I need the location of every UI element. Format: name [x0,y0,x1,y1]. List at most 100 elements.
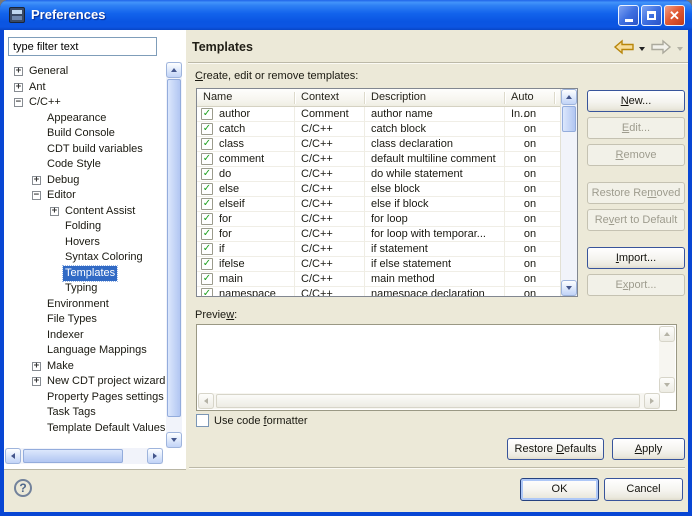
use-code-formatter-option[interactable]: Use code formatter [196,414,308,427]
ok-button[interactable]: OK [520,478,599,501]
template-row-do[interactable]: ✓doC/C++do while statementon [197,167,560,182]
tree-item-property-pages-settings[interactable]: Property Pages settings [4,390,166,406]
scroll-right-icon[interactable] [147,448,163,464]
filter-input[interactable] [8,37,157,56]
template-row-for[interactable]: ✓forC/C++for loop with temporar...on [197,227,560,242]
collapse-toggle-icon[interactable]: − [32,191,41,200]
template-enabled-checkbox[interactable]: ✓ [201,213,213,225]
template-row-main[interactable]: ✓mainC/C++main methodon [197,272,560,287]
template-row-catch[interactable]: ✓catchC/C++catch blockon [197,122,560,137]
tree-item-folding[interactable]: Folding [4,219,166,235]
tree-item-appearance[interactable]: Appearance [4,111,166,127]
scroll-left-icon[interactable] [5,448,21,464]
table-vscroll-thumb[interactable] [562,106,576,132]
column-header-context[interactable]: Context [295,89,365,107]
maximize-button[interactable] [641,5,662,26]
tree-item-debug[interactable]: +Debug [4,173,166,189]
template-row-elseif[interactable]: ✓elseifC/C++else if blockon [197,197,560,212]
tree-item-typing[interactable]: Typing [4,281,166,297]
apply-button[interactable]: Apply [612,438,685,460]
app-window-icon[interactable] [9,7,25,23]
column-header-description[interactable]: Description [365,89,505,107]
template-actions: New...Edit...RemoveRestore RemovedRevert… [587,90,685,300]
tree-item-content-assist[interactable]: +Content Assist [4,204,166,220]
tree-item-hovers[interactable]: Hovers [4,235,166,251]
template-row-comment[interactable]: ✓commentC/C++default multiline commenton [197,152,560,167]
column-header-auto-in[interactable]: Auto In... [505,89,555,107]
tree-item-make[interactable]: +Make [4,359,166,375]
template-row-namespace[interactable]: ✓namespaceC/C++namespace declarationon [197,287,560,296]
tree-item-syntax-coloring[interactable]: Syntax Coloring [4,250,166,266]
tree-item-task-tags[interactable]: Task Tags [4,405,166,421]
template-context: C/C++ [295,122,365,137]
tree-item-environment[interactable]: Environment [4,297,166,313]
tree-vscroll-thumb[interactable] [167,79,181,417]
template-enabled-checkbox[interactable]: ✓ [201,288,213,296]
template-enabled-checkbox[interactable]: ✓ [201,183,213,195]
template-enabled-checkbox[interactable]: ✓ [201,258,213,270]
expand-toggle-icon[interactable]: + [14,67,23,76]
scroll-down-icon[interactable] [166,432,182,448]
tree-item-file-types[interactable]: File Types [4,312,166,328]
template-enabled-checkbox[interactable]: ✓ [201,228,213,240]
template-row-if[interactable]: ✓ifC/C++if statementon [197,242,560,257]
template-name: class [219,137,244,151]
template-enabled-checkbox[interactable]: ✓ [201,168,213,180]
cancel-button[interactable]: Cancel [604,478,683,501]
restore-defaults-button[interactable]: Restore Defaults [507,438,604,460]
expand-toggle-icon[interactable]: + [14,83,23,92]
tree-item-cdt-build-variables[interactable]: CDT build variables [4,142,166,158]
collapse-toggle-icon[interactable]: − [14,98,23,107]
scroll-down-icon[interactable] [561,280,577,296]
tree-item-indexer[interactable]: Indexer [4,328,166,344]
minimize-button[interactable] [618,5,639,26]
tree-hscroll-thumb[interactable] [23,449,123,463]
tree-item-build-console[interactable]: Build Console [4,126,166,142]
back-icon[interactable] [613,39,635,55]
back-dropdown-icon[interactable] [639,47,645,51]
use-code-formatter-label: Use code formatter [214,415,308,427]
expand-toggle-icon[interactable]: + [32,176,41,185]
tree-item-editor[interactable]: −Editor [4,188,166,204]
template-row-class[interactable]: ✓classC/C++class declarationon [197,137,560,152]
preview-area[interactable] [196,324,677,411]
tree-item-label: Indexer [45,328,86,343]
import-button[interactable]: Import... [587,247,685,269]
template-row-for[interactable]: ✓forC/C++for loopon [197,212,560,227]
help-button[interactable]: ? [14,479,32,497]
scroll-up-icon[interactable] [561,89,577,105]
tree-item-code-style[interactable]: Code Style [4,157,166,173]
template-row-else[interactable]: ✓elseC/C++else blockon [197,182,560,197]
scroll-up-icon[interactable] [166,62,182,78]
table-vertical-scrollbar[interactable] [560,89,577,296]
templates-table[interactable]: NameContextDescriptionAuto In... ✓author… [196,88,578,297]
template-enabled-checkbox[interactable]: ✓ [201,108,213,120]
template-row-author[interactable]: ✓authorCommentauthor nameon [197,107,560,122]
use-code-formatter-checkbox[interactable] [196,414,209,427]
close-button[interactable]: ✕ [664,5,685,26]
template-enabled-checkbox[interactable]: ✓ [201,123,213,135]
tree-item-general[interactable]: +General [4,64,166,80]
tree-item-language-mappings[interactable]: Language Mappings [4,343,166,359]
template-row-ifelse[interactable]: ✓ifelseC/C++if else statementon [197,257,560,272]
tree-item-c-c[interactable]: −C/C++ [4,95,166,111]
template-enabled-checkbox[interactable]: ✓ [201,198,213,210]
new-button[interactable]: New... [587,90,685,112]
tree-item-template-default-values[interactable]: Template Default Values [4,421,166,437]
column-header-name[interactable]: Name [197,89,295,107]
template-enabled-checkbox[interactable]: ✓ [201,243,213,255]
expand-toggle-icon[interactable]: + [50,207,59,216]
template-description: author name [365,107,505,122]
tree-item-new-cdt-project-wizard[interactable]: +New CDT project wizard [4,374,166,390]
tree-vertical-scrollbar[interactable] [166,62,182,448]
expand-toggle-icon[interactable]: + [32,362,41,371]
tree-item-ant[interactable]: +Ant [4,80,166,96]
template-enabled-checkbox[interactable]: ✓ [201,153,213,165]
tree-horizontal-scrollbar[interactable] [5,448,163,464]
titlebar[interactable]: Preferences ✕ [0,0,692,30]
tree-item-templates[interactable]: Templates [4,266,166,282]
template-enabled-checkbox[interactable]: ✓ [201,138,213,150]
template-enabled-checkbox[interactable]: ✓ [201,273,213,285]
template-context: C/C++ [295,167,365,182]
expand-toggle-icon[interactable]: + [32,377,41,386]
